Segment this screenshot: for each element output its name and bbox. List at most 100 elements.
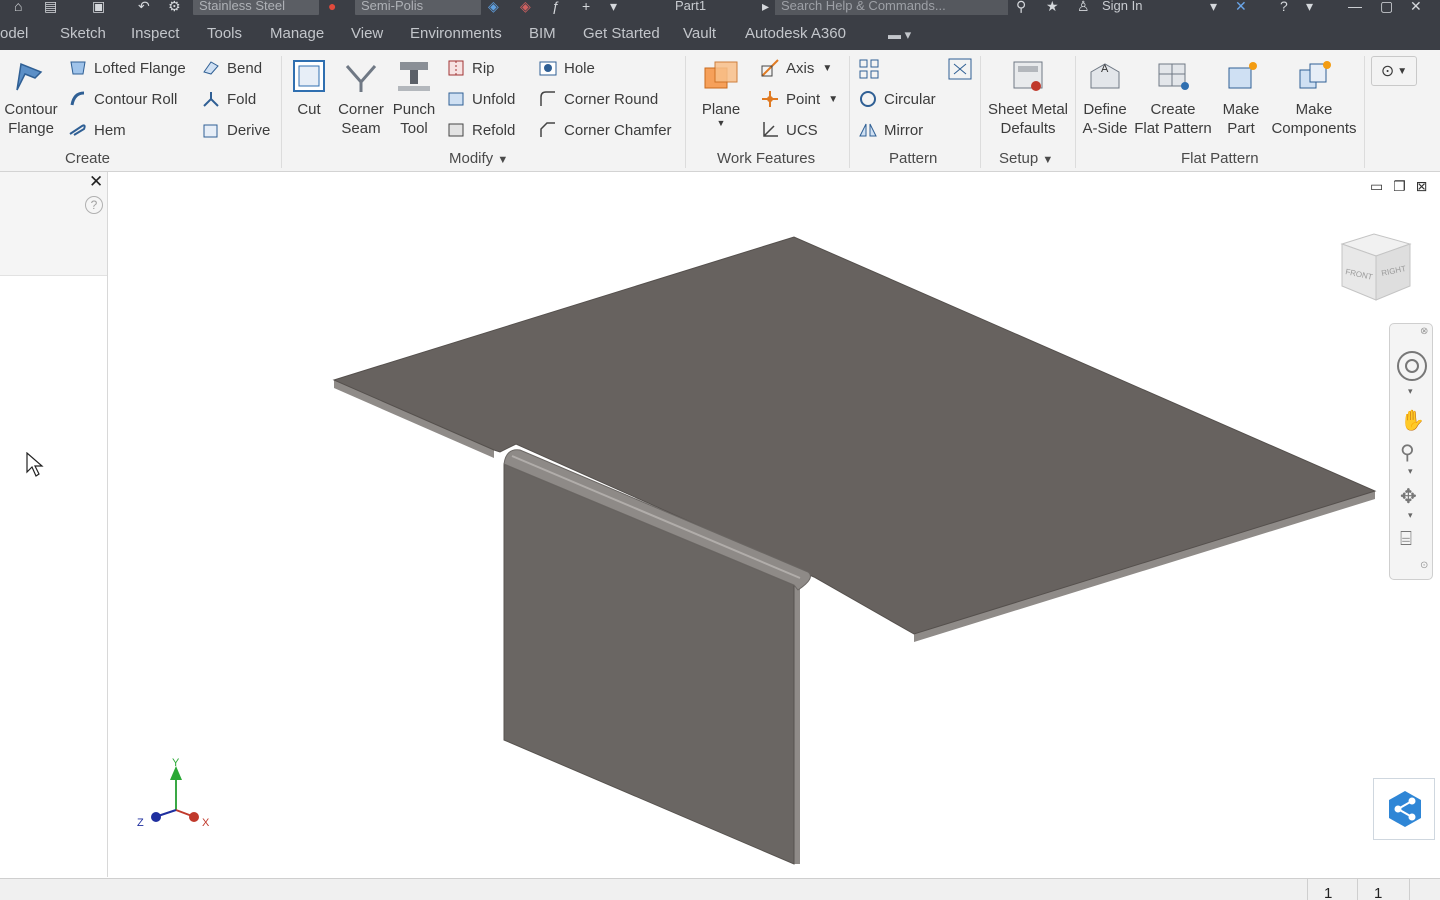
modify-group-label[interactable]: Modify ▼ [449, 150, 508, 167]
make-part-button[interactable]: Make Part [1216, 58, 1266, 138]
define-a-side-button[interactable]: A Define A-Side [1079, 58, 1131, 138]
derive-button[interactable]: Derive [201, 120, 270, 140]
create-flat-pattern-button[interactable]: Create Flat Pattern [1134, 58, 1212, 138]
maximize-icon[interactable]: ▢ [1380, 0, 1393, 15]
graphics-viewport[interactable]: FRONT RIGHT Y X Z [108, 172, 1440, 878]
close-icon[interactable]: ✕ [1410, 0, 1422, 15]
sheet-metal-model[interactable] [108, 172, 1440, 878]
help-icon[interactable]: ? [1280, 0, 1288, 15]
tab-autodesk-a360[interactable]: Autodesk A360 [745, 25, 846, 42]
tab-environments[interactable]: Environments [410, 25, 502, 42]
pan-hand-icon[interactable]: ✋ [1400, 408, 1425, 433]
rip-button[interactable]: Rip [446, 58, 495, 78]
plane-dropdown-icon[interactable]: ▼ [697, 119, 745, 128]
tab-inspect[interactable]: Inspect [131, 25, 179, 42]
clear-override-icon[interactable]: ◈ [520, 0, 531, 15]
tab-bim[interactable]: BIM [529, 25, 556, 42]
save-icon[interactable]: ▣ [92, 0, 105, 15]
bend-button[interactable]: Bend [201, 58, 262, 78]
share-button[interactable] [1373, 778, 1435, 840]
model-browser-panel: ✕ ? [0, 172, 108, 877]
modify-label: Modify [449, 150, 494, 167]
axis-dropdown-icon[interactable]: ▼ [822, 63, 832, 74]
viewcube[interactable]: FRONT RIGHT [1336, 230, 1414, 304]
material-select[interactable]: Stainless Steel [193, 0, 319, 15]
ribbon-options-icon[interactable]: ▬ ▾ [888, 27, 911, 43]
lofted-flange-button[interactable]: Lofted Flange [68, 58, 186, 78]
setup-group-label[interactable]: Setup ▼ [999, 150, 1053, 167]
chevron-circle-down-icon: ⊙ [1380, 63, 1395, 80]
navbar-close-icon[interactable]: ⊗ [1420, 326, 1428, 337]
steering-wheel-icon[interactable] [1396, 350, 1428, 382]
open-icon[interactable]: ▤ [44, 0, 57, 15]
tab-view[interactable]: View [351, 25, 383, 42]
corner-seam-button[interactable]: Corner Seam [336, 58, 386, 138]
help-icon[interactable]: ? [85, 196, 103, 214]
tab-model[interactable]: odel [0, 25, 28, 42]
user-icon: ♙ [1077, 0, 1090, 14]
pattern-extra-button[interactable] [948, 58, 974, 80]
circular-button[interactable]: Circular [858, 89, 936, 109]
close-icon[interactable]: ✕ [89, 172, 103, 192]
restore-icon[interactable]: ❐ [1393, 178, 1406, 194]
sheet-metal-defaults-button[interactable]: Sheet Metal Defaults [984, 58, 1072, 138]
mirror-button[interactable]: Mirror [858, 120, 923, 140]
status-bar: 1 1 [0, 878, 1440, 900]
favorites-icon[interactable]: ★ [1046, 0, 1059, 15]
appearance-select[interactable]: Semi-Polis [355, 0, 481, 15]
adjust-icon[interactable]: ◈ [488, 0, 499, 15]
ucs-button[interactable]: UCS [760, 120, 818, 140]
point-button[interactable]: Point ▼ [760, 89, 838, 109]
settings-icon[interactable]: ⚙ [168, 0, 181, 15]
hole-icon [538, 58, 558, 78]
account-dropdown-icon[interactable]: ▾ [1210, 0, 1217, 15]
help-dropdown-icon[interactable]: ▾ [1306, 0, 1313, 15]
minimize-icon[interactable]: ▭ [1370, 178, 1383, 194]
tab-tools[interactable]: Tools [207, 25, 242, 42]
expand-search-icon[interactable]: ▸ [762, 0, 769, 15]
contour-roll-icon [68, 89, 88, 109]
minimize-icon[interactable]: — [1348, 0, 1362, 15]
hem-button[interactable]: Hem [68, 120, 126, 140]
horizontal-sheet-face[interactable] [332, 236, 1377, 635]
cut-button[interactable]: Cut [289, 58, 329, 119]
unfold-button[interactable]: Unfold [446, 89, 515, 109]
point-dropdown-icon[interactable]: ▼ [828, 94, 838, 105]
close-icon[interactable]: ⊠ [1416, 178, 1428, 194]
chevron-down-icon[interactable]: ▾ [1408, 510, 1413, 521]
undo-icon[interactable]: ↶ [138, 0, 150, 15]
zoom-icon[interactable]: ⚲ [1400, 440, 1415, 465]
plus-icon[interactable]: + [582, 0, 590, 15]
plane-button[interactable]: Plane ▼ [697, 58, 745, 128]
binoculars-icon[interactable]: ⚲ [1016, 0, 1026, 15]
define-a-side-label: Define A-Side [1082, 101, 1128, 137]
refold-button[interactable]: Refold [446, 120, 515, 140]
tab-get-started[interactable]: Get Started [583, 25, 660, 42]
tab-manage[interactable]: Manage [270, 25, 324, 42]
chevron-down-icon[interactable]: ▾ [1408, 386, 1413, 397]
axis-button[interactable]: Axis ▼ [760, 58, 832, 78]
tab-vault[interactable]: Vault [683, 25, 716, 42]
contour-roll-button[interactable]: Contour Roll [68, 89, 177, 109]
chevron-down-icon[interactable]: ▾ [1408, 466, 1413, 477]
punch-tool-button[interactable]: Punch Tool [390, 58, 438, 138]
contour-flange-button[interactable]: Contour Flange [1, 58, 61, 138]
navbar-options-icon[interactable]: ⊙ [1420, 560, 1428, 571]
tab-sketch[interactable]: Sketch [60, 25, 106, 42]
home-icon[interactable]: ⌂ [14, 0, 22, 15]
sign-in-link[interactable]: Sign In [1102, 0, 1142, 15]
fx-icon[interactable]: ƒ [552, 0, 560, 15]
orbit-icon[interactable]: ✥ [1400, 484, 1417, 509]
hole-button[interactable]: Hole [538, 58, 595, 78]
corner-round-button[interactable]: Corner Round [538, 89, 658, 109]
chevron-down-icon[interactable]: ▾ [610, 0, 617, 15]
status-count-1: 1 [1307, 879, 1357, 900]
corner-chamfer-button[interactable]: Corner Chamfer [538, 120, 672, 140]
ribbon-display-options-button[interactable]: ⊙ ▼ [1371, 56, 1417, 86]
look-at-icon[interactable]: ⌸ [1400, 528, 1412, 551]
make-components-button[interactable]: Make Components [1268, 58, 1360, 138]
fold-button[interactable]: Fold [201, 89, 256, 109]
rectangular-pattern-button[interactable] [858, 58, 884, 79]
exchange-apps-icon[interactable]: ✕ [1235, 0, 1247, 15]
search-input[interactable]: Search Help & Commands... [775, 0, 1008, 15]
